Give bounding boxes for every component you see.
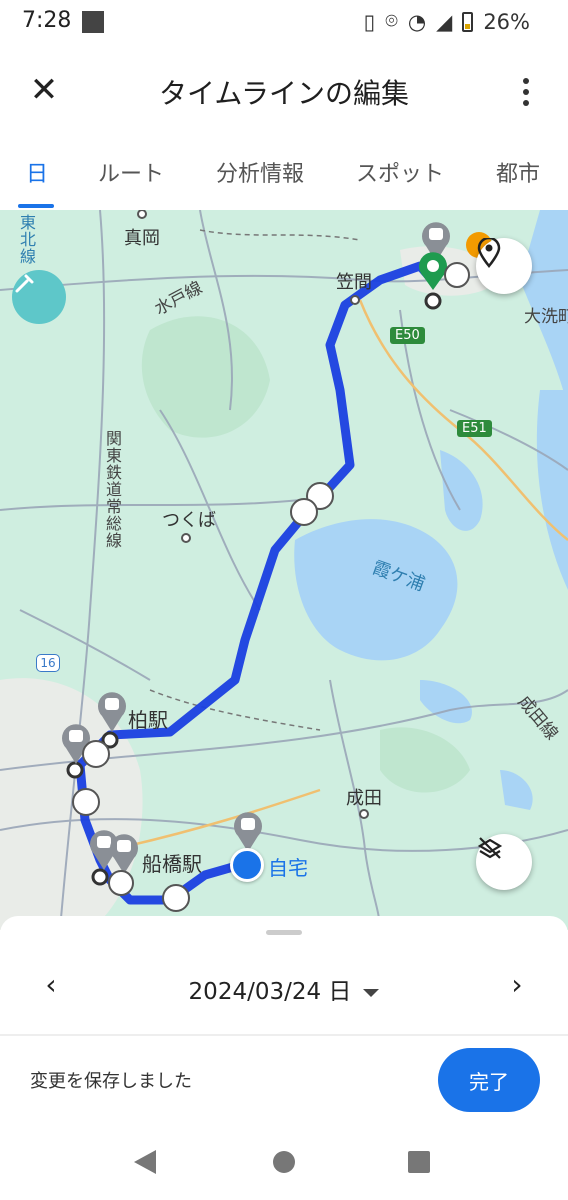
notification-icon bbox=[82, 11, 104, 33]
recents-icon[interactable] bbox=[408, 1151, 430, 1173]
train-marker-icon[interactable] bbox=[444, 262, 470, 288]
tab-indicator bbox=[18, 204, 54, 208]
status-icons: ▯ ⌾ ◔ ◢ 26% bbox=[364, 9, 530, 34]
layers-off-icon bbox=[477, 837, 503, 859]
location-icon: ⌾ bbox=[385, 9, 398, 33]
chevron-right-icon[interactable]: › bbox=[502, 970, 532, 1000]
map-label-mooka: 真岡 bbox=[124, 228, 160, 249]
eyedropper-icon[interactable] bbox=[12, 270, 66, 324]
home-nav-icon[interactable] bbox=[273, 1151, 295, 1173]
map-label-narita: 成田 bbox=[346, 788, 382, 809]
train-marker-icon[interactable] bbox=[72, 788, 100, 816]
app-header: ✕ タイムラインの編集 bbox=[0, 48, 568, 134]
tab-insights[interactable]: 分析情報 bbox=[216, 156, 304, 188]
train-marker-icon[interactable] bbox=[82, 740, 110, 768]
vibrate-icon: ▯ bbox=[363, 9, 376, 34]
map-label-kanto-railway: 関東鉄道常総線 bbox=[103, 430, 122, 549]
tab-bar: 日 ルート 分析情報 スポット 都市 bbox=[0, 140, 568, 210]
page-title: タイムラインの編集 bbox=[158, 77, 410, 110]
map-label-tsukuba: つくば bbox=[162, 510, 216, 531]
battery-icon bbox=[462, 11, 474, 32]
map-shield-route16: 16 bbox=[36, 654, 60, 672]
map-shield-e51: E51 bbox=[457, 420, 492, 437]
date-navigator: ‹ 2024/03/24 日 › bbox=[0, 966, 568, 1006]
map-label-kashiwa-station: 柏駅 bbox=[128, 708, 168, 732]
battery-percent: 26% bbox=[483, 9, 530, 34]
train-pin-icon[interactable] bbox=[94, 690, 130, 734]
date-selector[interactable]: 2024/03/24 日 bbox=[0, 972, 568, 1006]
train-marker-icon[interactable] bbox=[162, 884, 190, 912]
map-label-oarai: 大洗町 bbox=[524, 307, 568, 327]
done-button[interactable]: 完了 bbox=[438, 1048, 540, 1112]
map-label-home: 自宅 bbox=[268, 856, 308, 880]
map-shield-e50: E50 bbox=[390, 327, 425, 344]
system-nav-bar bbox=[0, 1128, 568, 1200]
tab-cities[interactable]: 都市 bbox=[496, 156, 540, 188]
map-label-funabashi-station: 船橋駅 bbox=[142, 852, 202, 876]
map-canvas bbox=[0, 210, 568, 930]
tab-route[interactable]: ルート bbox=[98, 156, 164, 188]
back-icon[interactable] bbox=[134, 1150, 156, 1174]
location-pin-button[interactable] bbox=[476, 238, 532, 294]
map-label-tohoku-line: 東北線 bbox=[17, 214, 36, 265]
tab-spots[interactable]: スポット bbox=[356, 156, 444, 188]
location-pin-icon bbox=[477, 238, 501, 268]
date-label: 2024/03/24 日 bbox=[188, 979, 352, 1005]
signal-icon: ◢ bbox=[436, 9, 453, 34]
map-label-kasama: 笠間 bbox=[336, 272, 372, 293]
wifi-icon: ◔ bbox=[407, 9, 427, 34]
walking-marker-icon[interactable] bbox=[108, 870, 134, 896]
home-icon[interactable] bbox=[230, 848, 264, 882]
status-time: 7:28 bbox=[22, 8, 72, 33]
chevron-down-icon bbox=[363, 988, 380, 997]
map-view[interactable]: 東北線 真岡 水戸線 笠間 大洗町 E50 E51 関東鉄道常総線 つくば 霞ケ… bbox=[0, 210, 568, 930]
more-options-icon[interactable] bbox=[514, 72, 538, 112]
layers-off-button[interactable] bbox=[476, 834, 532, 890]
save-status-text: 変更を保存しました bbox=[30, 1071, 192, 1092]
drag-handle[interactable] bbox=[266, 930, 302, 935]
divider bbox=[0, 1034, 568, 1036]
status-bar: 7:28 ▯ ⌾ ◔ ◢ 26% bbox=[0, 0, 568, 48]
train-marker-icon[interactable] bbox=[290, 498, 318, 526]
tab-day[interactable]: 日 bbox=[26, 156, 48, 188]
